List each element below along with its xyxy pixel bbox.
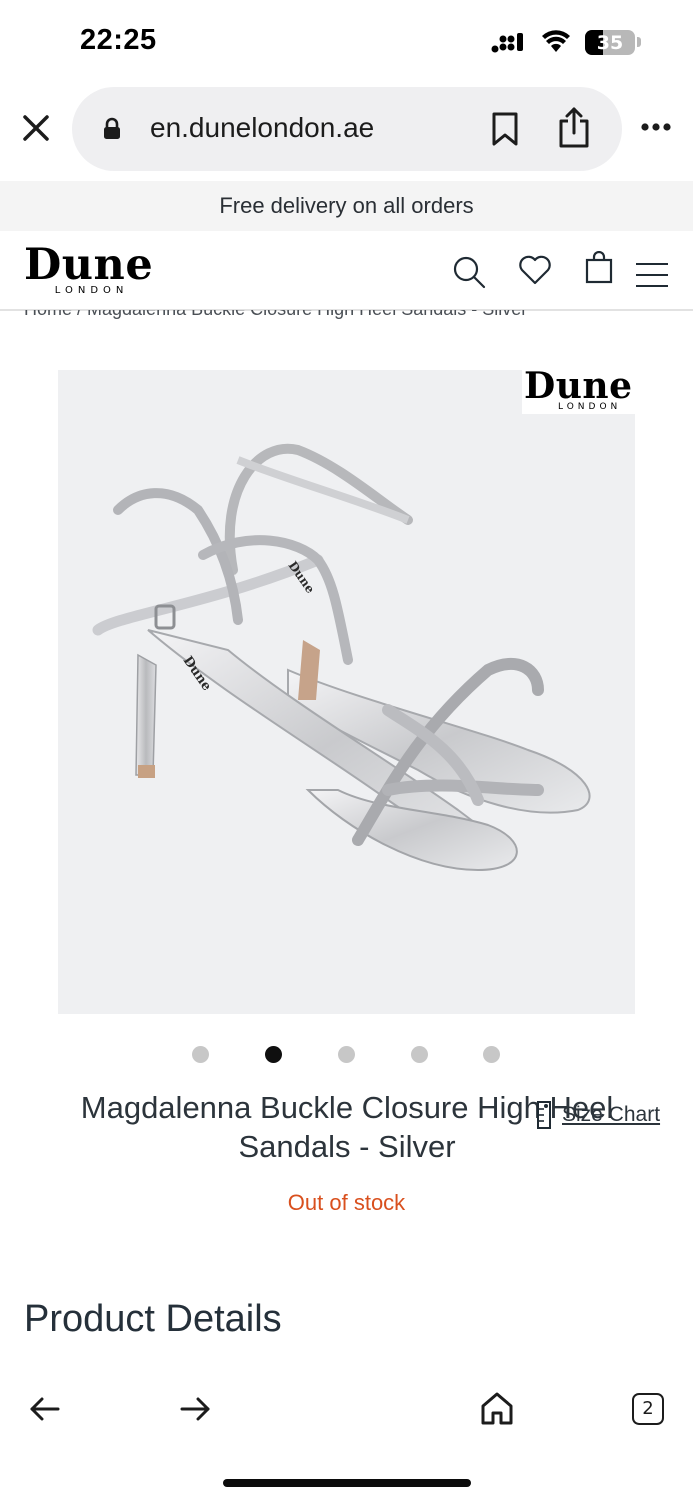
badge-wordmark: Dune	[524, 365, 633, 407]
stock-status: Out of stock	[287, 1190, 406, 1215]
site-logo-overlay[interactable]: Dune LONDON	[24, 243, 153, 296]
back-arrow-icon[interactable]	[28, 1395, 62, 1423]
menu-icon[interactable]	[635, 261, 669, 289]
address-bar[interactable]: en.dunelondon.ae	[72, 87, 622, 171]
status-icons: 35	[491, 28, 641, 56]
bookmark-icon[interactable]	[490, 111, 520, 147]
ruler-icon	[537, 1101, 551, 1129]
status-bar: 22:25 35	[0, 0, 693, 84]
home-indicator	[223, 1479, 471, 1487]
more-icon[interactable]	[640, 122, 672, 132]
header-overlay: Dune LONDON	[0, 231, 693, 310]
tabs-icon[interactable]: 2	[632, 1393, 664, 1425]
status-time: 22:25	[80, 24, 157, 56]
url-text: en.dunelondon.ae	[150, 112, 375, 143]
carousel-dot[interactable]	[192, 1046, 209, 1063]
lock-icon	[104, 117, 120, 139]
search-icon[interactable]	[452, 255, 486, 289]
forward-arrow-icon[interactable]	[178, 1395, 212, 1423]
logo-wordmark: Dune	[24, 240, 154, 290]
home-icon[interactable]	[479, 1390, 515, 1426]
battery-level: 35	[596, 31, 624, 54]
carousel-dot[interactable]	[411, 1046, 428, 1063]
promo-banner: Free delivery on all orders	[0, 181, 693, 231]
carousel-dot[interactable]	[265, 1046, 282, 1063]
brand-badge: Dune LONDON	[522, 368, 668, 414]
share-icon[interactable]	[556, 105, 592, 149]
battery-icon: 35	[585, 29, 635, 55]
browser-bar: en.dunelondon.ae	[0, 84, 693, 180]
close-icon[interactable]	[18, 110, 54, 146]
wifi-icon	[542, 30, 570, 52]
size-chart-label: Size Chart	[562, 1103, 661, 1126]
product-details-heading[interactable]: Product Details	[24, 1298, 282, 1341]
signal-icon	[491, 33, 523, 53]
sandals-illustration: Dune Dune	[92, 443, 591, 872]
heart-icon[interactable]	[518, 255, 552, 285]
carousel-dot[interactable]	[483, 1046, 500, 1063]
carousel-dot[interactable]	[338, 1046, 355, 1063]
size-chart-link[interactable]: Size Chart	[536, 1098, 660, 1132]
bag-icon[interactable]	[584, 251, 614, 285]
carousel-dots	[0, 1046, 693, 1064]
browser-toolbar: 2	[0, 1368, 693, 1500]
product-image[interactable]: Dune Dune	[58, 370, 635, 1014]
